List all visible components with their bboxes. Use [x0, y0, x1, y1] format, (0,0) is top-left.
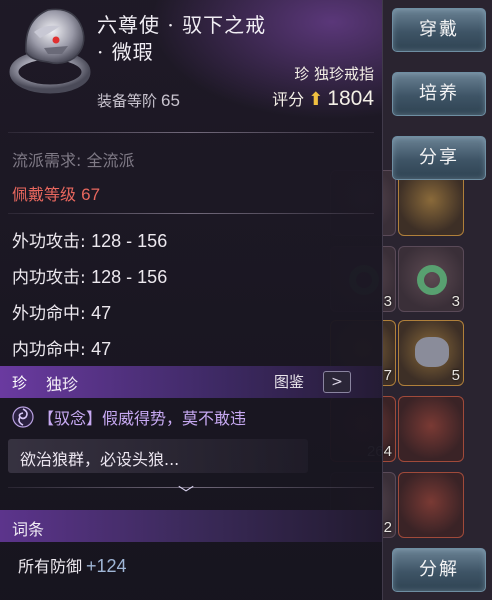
attribute-row: 外功命中: 47	[12, 299, 111, 324]
inventory-slot[interactable]: 5	[398, 320, 464, 386]
skill-description: 欲治狼群，必设头狼...	[20, 450, 180, 469]
skill-title: 【驭念】假威得势，莫不敢违	[12, 405, 246, 429]
divider	[8, 132, 374, 133]
rarity-name: 独珍	[46, 375, 79, 394]
equip-button[interactable]: 穿戴	[392, 8, 486, 52]
score-label: 评分	[272, 90, 305, 109]
rarity-gem-icon: 珍	[12, 374, 28, 392]
item-title-suffix: · 微瑕	[97, 40, 154, 64]
slot-count: 3	[451, 293, 460, 310]
arrow-up-icon: ⬆	[308, 89, 324, 110]
divider	[8, 213, 374, 214]
share-button[interactable]: 分享	[392, 136, 486, 180]
item-detail-panel: 六尊使 · 驭下之戒 · 微瑕 珍 独珍戒指 装备等阶 65 评分 ⬆ 1804 流派…	[0, 0, 383, 600]
inventory-slot[interactable]	[398, 396, 464, 462]
attribute-row: 内功命中: 47	[12, 335, 111, 360]
score: 评分 ⬆ 1804	[272, 86, 374, 111]
cultivate-button[interactable]: 培养	[392, 72, 486, 116]
item-title: 六尊使 · 驭下之戒	[97, 13, 267, 37]
entries-title: 词条	[12, 520, 45, 539]
skill-swirl-icon	[12, 406, 34, 428]
entries-header: 词条	[0, 510, 382, 542]
wear-level: 佩戴等级 67	[12, 181, 100, 205]
item-icon	[415, 337, 449, 367]
quality-tag: 珍 独珍戒指	[294, 65, 374, 83]
sect-requirement: 流派需求: 全流派	[12, 151, 135, 170]
attribute-value: 47	[91, 339, 112, 359]
inventory-slot[interactable]	[398, 472, 464, 538]
wear-level-label: 佩戴等级	[12, 185, 77, 204]
equip-tier: 装备等阶 65	[97, 90, 180, 111]
entry-row: 所有防御 +124	[18, 553, 127, 577]
attribute-row: 内功攻击: 128 - 156	[12, 263, 167, 288]
skill-description-box: 欲治狼群，必设头狼...	[8, 439, 308, 473]
jade-ring-icon	[417, 265, 447, 295]
slot-count: 2	[383, 519, 392, 536]
attribute-value: 128 - 156	[91, 231, 168, 251]
rarity-header: 珍 独珍 图鉴 >	[0, 366, 382, 398]
slot-count: 7	[383, 367, 392, 384]
entry-value: +124	[86, 556, 127, 576]
codex-button[interactable]: 图鉴	[274, 371, 304, 392]
skill-title-text: 【驭念】假威得势，莫不敢违	[38, 409, 247, 428]
slot-count: 5	[451, 367, 460, 384]
attribute-value: 128 - 156	[91, 267, 168, 287]
inventory-slot[interactable]: 3	[398, 246, 464, 312]
attribute-row: 外功攻击: 128 - 156	[12, 227, 167, 252]
decompose-button[interactable]: 分解	[392, 548, 486, 592]
entry-label: 所有防御	[18, 557, 83, 576]
attribute-label: 内功命中:	[12, 340, 92, 360]
chevron-right-icon[interactable]: >	[323, 371, 351, 393]
slot-count: 3	[383, 293, 392, 310]
equip-tier-value: 65	[161, 91, 180, 110]
attribute-value: 47	[91, 303, 112, 323]
attribute-label: 内功攻击:	[12, 268, 92, 288]
chevron-down-icon[interactable]: ﹀	[172, 480, 200, 503]
attribute-label: 外功命中:	[12, 304, 92, 324]
score-value: 1804	[327, 87, 374, 110]
ring-icon	[9, 8, 91, 94]
equip-tier-label: 装备等阶	[97, 92, 158, 110]
attribute-label: 外功攻击:	[12, 232, 92, 252]
wear-level-value: 67	[81, 185, 101, 204]
